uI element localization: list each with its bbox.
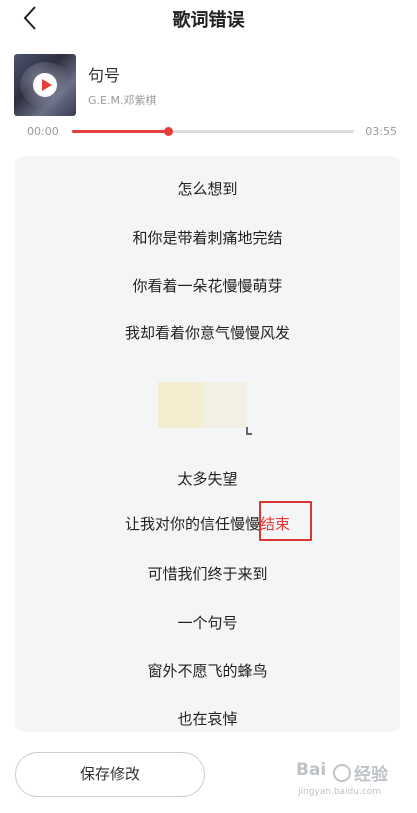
mosaic-block [158, 382, 204, 428]
lyric-line[interactable]: 我却看着你意气慢慢风发 [15, 322, 400, 346]
lyric-text: 可惜我们终于来到 [147, 565, 268, 583]
baidu-jingyan-watermark: Bai 经验 jingyan.baidu.com [296, 760, 414, 804]
lyric-text: 和你是带着刺痛地完结 [132, 229, 283, 247]
progress-knob[interactable] [163, 127, 173, 136]
text-cursor-icon [246, 427, 252, 435]
lyric-text: 也在哀悼 [177, 710, 238, 728]
lyric-line[interactable]: 太多失望 [15, 468, 400, 492]
song-info: 句号 G.E.M.邓紫棋 [14, 54, 404, 116]
lyric-line[interactable]: 一个句号 [15, 612, 400, 636]
page-title: 歌词错误 [172, 10, 245, 31]
progress-bar[interactable] [72, 127, 354, 136]
lyric-text: 一个句号 [177, 614, 238, 632]
error-highlight-box [259, 501, 312, 541]
lyric-line-error[interactable]: 让我对你的信任慢慢结束 [15, 513, 400, 537]
mosaic-block [204, 382, 247, 428]
song-title: 句号 [88, 66, 121, 85]
paw-icon [333, 764, 351, 782]
lyric-text: 我却看着你意气慢慢风发 [124, 324, 290, 342]
lyric-text: 窗外不愿飞的蜂鸟 [147, 662, 268, 680]
lyric-line[interactable]: 可惜我们终于来到 [15, 563, 400, 587]
watermark-logo: Bai [296, 760, 327, 780]
lyric-text: 太多失望 [177, 470, 238, 488]
album-cover[interactable] [14, 54, 76, 116]
total-time: 03:55 [365, 125, 397, 138]
lyric-line[interactable]: 窗外不愿飞的蜂鸟 [15, 660, 400, 684]
lyric-line[interactable]: 也在哀悼 [15, 708, 400, 732]
top-bar: 歌词错误 [0, 0, 417, 38]
watermark-url: jingyan.baidu.com [298, 787, 382, 797]
lyric-line[interactable]: 和你是带着刺痛地完结 [15, 227, 400, 251]
progress-fill [72, 130, 168, 133]
play-icon[interactable] [32, 72, 58, 98]
watermark-word: 经验 [354, 765, 388, 785]
save-button[interactable]: 保存修改 [15, 752, 205, 797]
lyric-line[interactable]: 怎么想到 [15, 178, 400, 202]
lyrics-editor[interactable]: 怎么想到 和你是带着刺痛地完结 你看着一朵花慢慢萌芽 我却看着你意气慢慢风发 太… [15, 156, 400, 732]
lyric-text: 怎么想到 [177, 180, 238, 198]
lyric-line[interactable]: 你看着一朵花慢慢萌芽 [15, 275, 400, 299]
lyric-text: 你看着一朵花慢慢萌芽 [132, 277, 283, 295]
lyric-text: 让我对你的信任慢慢 [124, 515, 260, 533]
artist-name: G.E.M.邓紫棋 [88, 94, 157, 107]
current-time: 00:00 [27, 125, 59, 138]
